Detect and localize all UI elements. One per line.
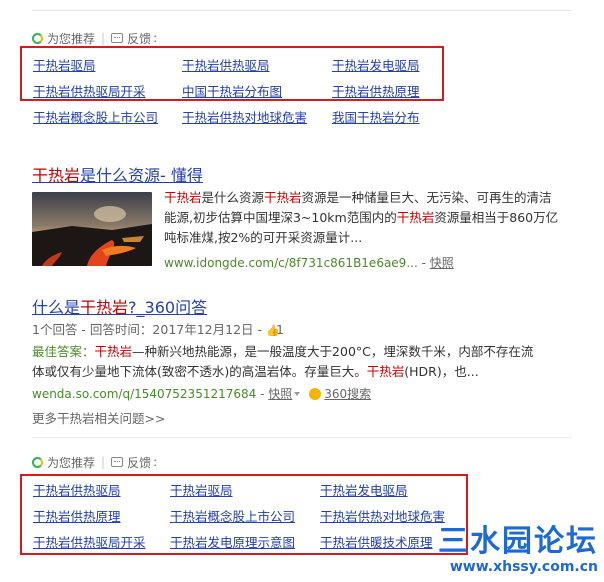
watermark-url: www.xhssy.com.cn (449, 559, 598, 575)
360-search-icon (309, 388, 322, 400)
keyword-highlight: 干热岩 (94, 344, 133, 359)
title-text: ?_360问答 (128, 298, 208, 317)
source-link[interactable]: 360搜索 (324, 387, 371, 401)
snippet-text: 资源是一种储量巨大、无污染、可再生的清洁 (301, 190, 552, 205)
360-logo-icon (32, 32, 43, 44)
snippet-line: 体或仅有少量地下流体(致密不透水)的高温岩体。存量巨大。干热岩(HDR)，也..… (32, 362, 592, 382)
best-answer-label: 最佳答案： (32, 344, 95, 359)
feedback-link[interactable]: 反馈 (127, 454, 151, 471)
recommend-label: 为您推荐 (47, 31, 96, 46)
result-url-row: www.idongde.com/c/8f731c861B1e6ae9... - … (164, 256, 454, 270)
recommend-label: 为您推荐 (47, 455, 96, 470)
recommend-link[interactable]: 干热岩发电驱局 (320, 480, 408, 499)
title-highlight: 干热岩 (32, 166, 81, 185)
recommend-link[interactable]: 我国干热岩分布 (332, 107, 420, 126)
keyword-highlight: 干热岩 (396, 210, 435, 225)
recommend-link[interactable]: 干热岩供热驱局开采 (33, 81, 146, 100)
snapshot-link[interactable]: 快照 (268, 387, 292, 401)
title-highlight: 干热岩 (80, 298, 129, 317)
recommend-link[interactable]: 干热岩供热对地球危害 (182, 107, 307, 126)
keyword-highlight: 干热岩 (366, 364, 405, 379)
recommend-link[interactable]: 干热岩供热驱局 (182, 55, 270, 74)
separator: | (101, 455, 106, 469)
recommend-link[interactable]: 干热岩供热对地球危害 (320, 506, 445, 525)
answer-snippet: 最佳答案：干热岩—种新兴地热能源，是一般温度大于200°C，埋深数千米，内部不存… (32, 342, 592, 382)
feedback-icon[interactable] (111, 33, 124, 43)
watermark-title: 三水园论坛 (438, 524, 598, 559)
keyword-highlight: 干热岩 (164, 190, 202, 205)
recommend-link[interactable]: 干热岩供热原理 (332, 81, 420, 100)
separator: | (101, 31, 106, 45)
section-divider (32, 437, 572, 438)
thumbs-up-icon: 👍 (266, 324, 280, 337)
feedback-link[interactable]: 反馈 (127, 30, 151, 47)
result-title[interactable]: 干热岩是什么资源- 懂得 (32, 162, 203, 186)
recommend-link[interactable]: 干热岩概念股上市公司 (33, 107, 158, 126)
caret-down-icon[interactable] (294, 391, 301, 396)
snippet-line: 最佳答案：干热岩—种新兴地热能源，是一般温度大于200°C，埋深数千米，内部不存… (32, 342, 592, 362)
snippet-text: 资源量相当于860万亿 (434, 210, 559, 225)
recommend-link[interactable]: 干热岩供暖技术原理 (320, 532, 433, 551)
result-snippet: 干热岩是什么资源干热岩资源是一种储量巨大、无污染、可再生的清洁 能源,初步估算中… (164, 188, 574, 248)
snippet-text: —种新兴地热能源，是一般温度大于200°C，埋深数千米，内部不存在流 (132, 344, 534, 359)
snippet-line: 吨标准煤,按2%的可开采资源量计... (164, 228, 574, 248)
result-url-row: wenda.so.com/q/1540752351217684 - 快照 360搜… (32, 387, 372, 401)
answer-meta-text: 1个回答 - 回答时间：2017年12月12日 - (32, 322, 266, 337)
recommend-link[interactable]: 干热岩发电驱局 (332, 55, 420, 74)
snippet-text: (HDR)，也... (404, 364, 479, 379)
result-thumbnail[interactable] (32, 192, 152, 266)
snippet-text: 能源,初步估算中国埋深3~10km范围内的 (164, 210, 397, 225)
recommend-link[interactable]: 中国干热岩分布图 (182, 81, 282, 100)
result-url[interactable]: wenda.so.com/q/1540752351217684 (32, 387, 256, 401)
recommend-link[interactable]: 干热岩供热驱局 (33, 480, 121, 499)
feedback-icon[interactable] (111, 457, 124, 467)
snapshot-link[interactable]: 快照 (430, 256, 454, 270)
top-divider (32, 10, 572, 11)
keyword-highlight: 干热岩 (264, 190, 302, 205)
recommend-link[interactable]: 干热岩发电原理示意图 (170, 532, 295, 551)
site-watermark: 三水园论坛 www.xhssy.com.cn (438, 516, 604, 582)
snippet-text: 体或仅有少量地下流体(致密不透水)的高温岩体。存量巨大。 (32, 364, 367, 379)
snippet-line: 干热岩是什么资源干热岩资源是一种储量巨大、无污染、可再生的清洁 (164, 188, 574, 208)
more-questions-link[interactable]: 更多干热岩相关问题>> (32, 408, 165, 427)
title-text: 什么是 (32, 298, 81, 317)
360-logo-icon (32, 456, 43, 468)
recommend-link[interactable]: 干热岩供热驱局开采 (33, 532, 146, 551)
snippet-text: 吨标准煤,按2%的可开采资源量计... (164, 230, 363, 245)
recommend-link[interactable]: 干热岩驱局 (170, 480, 233, 499)
snippet-line: 能源,初步估算中国埋深3~10km范围内的干热岩资源量相当于860万亿 (164, 208, 574, 228)
recommend-link[interactable]: 干热岩概念股上市公司 (170, 506, 295, 525)
answer-meta: 1个回答 - 回答时间：2017年12月12日 - 👍1 (32, 320, 284, 340)
recommend-header: 为您推荐 | 反馈 : (32, 30, 157, 46)
result-title[interactable]: 什么是干热岩?_360问答 (32, 294, 207, 318)
result-url[interactable]: www.idongde.com/c/8f731c861B1e6ae9... (164, 256, 418, 270)
snippet-text: 是什么资源 (201, 190, 265, 205)
like-count: 1 (276, 322, 284, 337)
recommend-link[interactable]: 干热岩供热原理 (33, 506, 121, 525)
title-text: 是什么资源- 懂得 (80, 166, 203, 185)
recommend-header: 为您推荐 | 反馈 : (32, 454, 157, 470)
recommend-link[interactable]: 干热岩驱局 (33, 55, 96, 74)
